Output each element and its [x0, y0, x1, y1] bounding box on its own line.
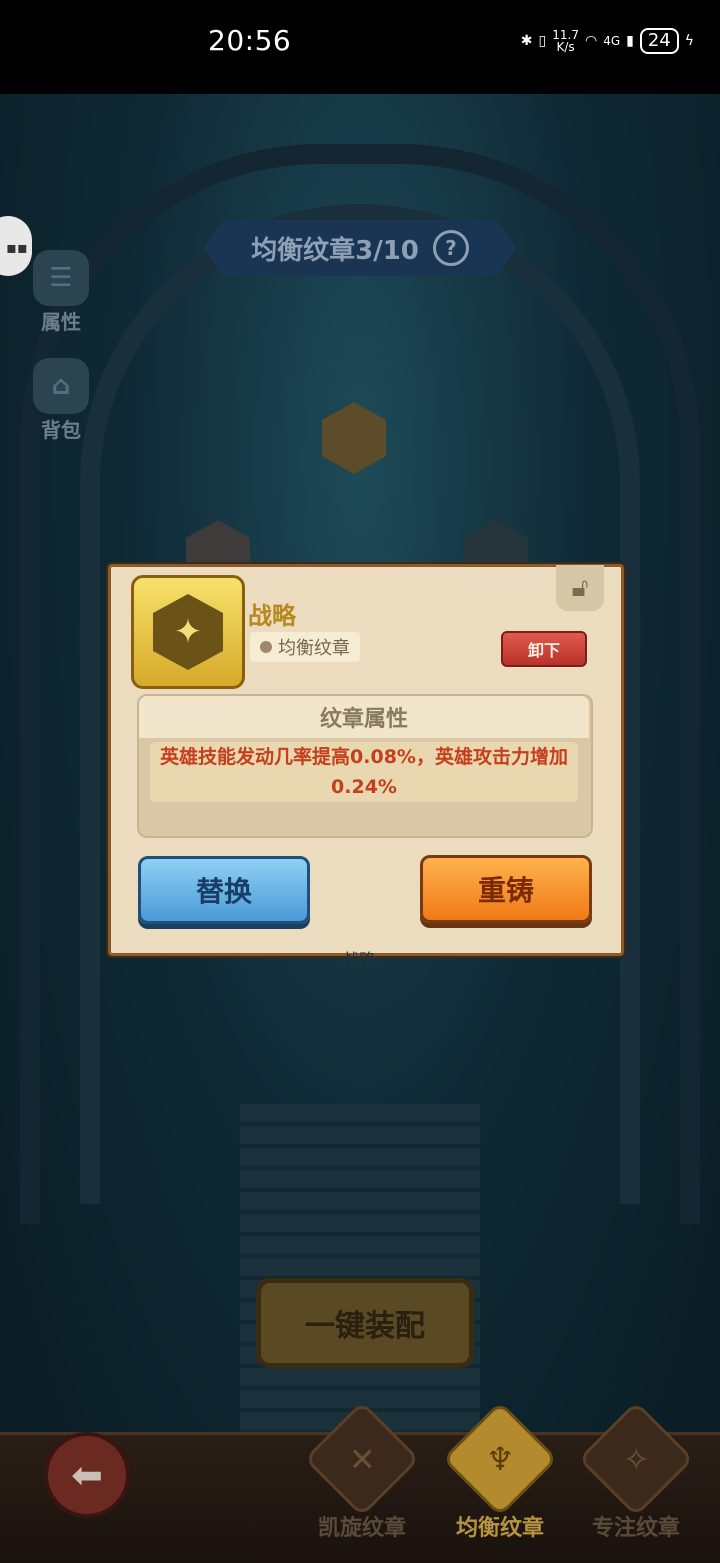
vibrate-icon: ▯	[538, 33, 547, 49]
tab-triumph-emblem[interactable]: ✕ 凯旋纹章	[292, 1401, 432, 1542]
triumph-emblem-icon: ✕	[304, 1401, 420, 1517]
bag-label: 背包	[41, 418, 81, 442]
chat-icon: ▪▪	[6, 238, 28, 257]
charging-icon: ϟ	[684, 33, 694, 49]
bluetooth-icon: ✱	[520, 33, 533, 49]
wifi-icon: ◠	[584, 33, 598, 49]
type-dot-icon	[260, 641, 272, 653]
help-icon[interactable]: ?	[432, 230, 469, 266]
tab-label: 均衡纹章	[455, 1516, 544, 1541]
attribute-title: 纹章属性	[139, 696, 589, 738]
emblem-badge: ✦	[131, 575, 245, 689]
emblem-count-banner: 均衡纹章3/10 ?	[204, 220, 516, 276]
emblem-name: 战略	[248, 602, 296, 630]
attribute-description: 英雄技能发动几率提高0.08%，英雄攻击力增加0.24%	[150, 742, 578, 802]
equip-all-button[interactable]: 一键装配	[256, 1278, 474, 1368]
strategy-emblem-icon: ✦	[153, 594, 223, 670]
battery-icon: 24	[639, 28, 679, 54]
balance-emblem-icon: ♆	[442, 1401, 558, 1517]
tab-label: 专注纹章	[591, 1516, 680, 1541]
replace-button[interactable]: 替换	[138, 856, 310, 924]
net-speed: 11.7 K/s	[552, 28, 579, 54]
back-button[interactable]: ⬅	[44, 1432, 130, 1518]
reforge-button[interactable]: 重铸	[420, 855, 592, 923]
list-icon: ☰	[33, 250, 89, 306]
tab-balance-emblem[interactable]: ♆ 均衡纹章	[430, 1401, 570, 1542]
slot-label: 战略	[343, 950, 376, 969]
lock-toggle-button[interactable]: 🔓︎	[556, 565, 604, 611]
unlock-icon: 🔓︎	[571, 572, 589, 603]
signal-label: 4G	[603, 34, 621, 48]
emblem-type-tag: 均衡纹章	[250, 632, 360, 662]
unequip-button[interactable]: 卸下	[501, 631, 587, 667]
tab-label: 凯旋纹章	[317, 1516, 406, 1541]
attributes-label: 属性	[41, 310, 81, 334]
back-arrow-icon: ⬅	[71, 1453, 103, 1497]
signal-icon: ▮	[626, 33, 634, 49]
bag-icon: ⌂	[33, 358, 89, 414]
emblem-type: 均衡纹章	[278, 638, 350, 659]
page-title: 均衡纹章3/10	[251, 235, 419, 266]
attributes-button[interactable]: ☰ 属性	[30, 250, 92, 335]
clock: 20:56	[208, 24, 292, 57]
focus-emblem-icon: ✧	[578, 1401, 694, 1517]
tab-focus-emblem[interactable]: ✧ 专注纹章	[566, 1401, 706, 1542]
status-bar: 20:56 ✱ ▯ 11.7 K/s ◠ 4G ▮ 24 ϟ	[0, 0, 720, 94]
bag-button[interactable]: ⌂ 背包	[30, 358, 92, 443]
stairs	[240, 1104, 480, 1434]
